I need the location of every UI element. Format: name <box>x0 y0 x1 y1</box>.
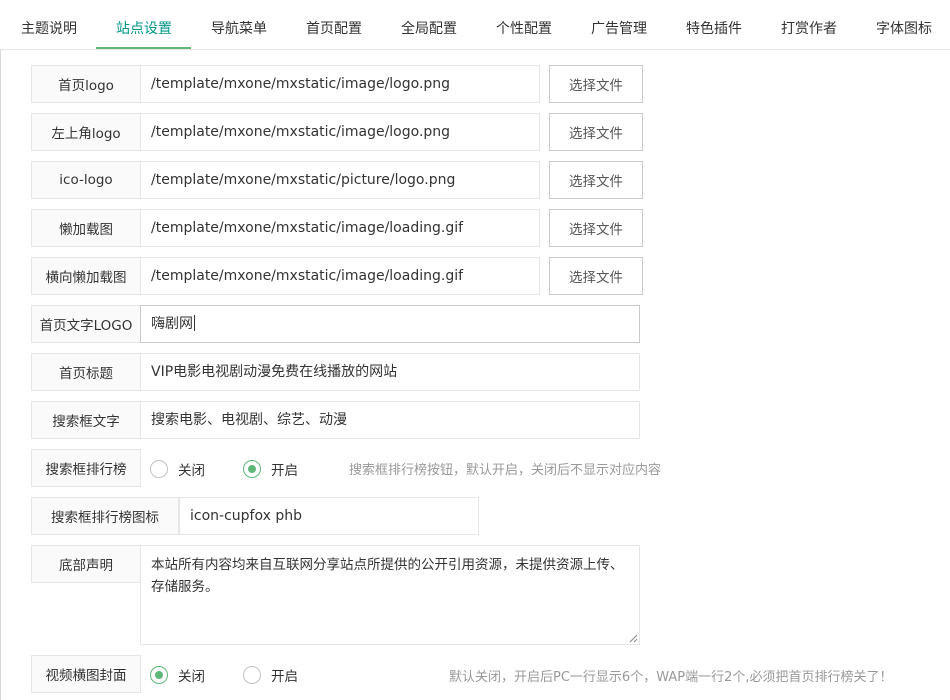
radio-label: 关闭 <box>178 669 205 685</box>
search-rank-hint: 搜索框排行榜按钮，默认开启，关闭后不显示对应内容 <box>349 463 662 478</box>
home-title-label: 首页标题 <box>31 353 141 391</box>
radio-label: 关闭 <box>178 463 205 479</box>
tab-personal-config[interactable]: 个性配置 <box>496 0 552 49</box>
radio-circle-icon <box>243 666 261 684</box>
tab-donate-author[interactable]: 打赏作者 <box>781 0 837 49</box>
footer-notice-label: 底部声明 <box>31 545 141 583</box>
text-cursor <box>194 315 195 331</box>
search-rank-on-radio[interactable]: 开启 <box>243 459 298 479</box>
active-tab-indicator <box>96 47 191 49</box>
ico-logo-label: ico-logo <box>31 161 141 199</box>
lazy-image-horizontal-input[interactable]: /template/mxone/mxstatic/image/loading.g… <box>140 257 540 295</box>
search-rank-icon-label: 搜索框排行榜图标 <box>31 497 179 535</box>
home-logo-input[interactable]: /template/mxone/mxstatic/image/logo.png <box>140 65 540 103</box>
lazy-image-horizontal-label: 横向懒加载图 <box>31 257 141 295</box>
radio-label: 开启 <box>271 669 298 685</box>
video-cover-off-radio[interactable]: 关闭 <box>150 665 205 685</box>
tab-nav-menu[interactable]: 导航菜单 <box>211 0 267 49</box>
tab-global-config[interactable]: 全局配置 <box>401 0 457 49</box>
radio-checked-icon <box>243 460 261 478</box>
radio-circle-icon <box>150 460 168 478</box>
text-logo-value: 嗨剧网 <box>151 316 193 332</box>
radio-checked-icon <box>150 666 168 684</box>
top-left-logo-upload-button[interactable]: 选择文件 <box>549 113 643 151</box>
tab-featured-plugins[interactable]: 特色插件 <box>686 0 742 49</box>
search-rank-icon-input[interactable]: icon-cupfox phb <box>179 497 479 535</box>
footer-notice-textarea[interactable]: 本站所有内容均来自互联网分享站点所提供的公开引用资源，未提供资源上传、存储服务。 <box>140 545 640 645</box>
search-rank-label: 搜索框排行榜 <box>31 449 141 487</box>
lazy-image-horizontal-upload-button[interactable]: 选择文件 <box>549 257 643 295</box>
ico-logo-input[interactable]: /template/mxone/mxstatic/picture/logo.pn… <box>140 161 540 199</box>
text-logo-label: 首页文字LOGO <box>31 305 141 343</box>
tab-home-config[interactable]: 首页配置 <box>306 0 362 49</box>
tab-ad-management[interactable]: 广告管理 <box>591 0 647 49</box>
tab-site-settings[interactable]: 站点设置 <box>116 0 172 49</box>
top-left-logo-label: 左上角logo <box>31 113 141 151</box>
lazy-image-upload-button[interactable]: 选择文件 <box>549 209 643 247</box>
resize-grip-icon[interactable] <box>629 634 638 643</box>
lazy-image-input[interactable]: /template/mxone/mxstatic/image/loading.g… <box>140 209 540 247</box>
video-cover-hint: 默认关闭，开启后PC一行显示6个，WAP端一行2个,必须把首页排行榜关了！ <box>449 670 893 685</box>
video-cover-label: 视频横图封面 <box>31 655 141 693</box>
video-cover-on-radio[interactable]: 开启 <box>243 665 298 685</box>
home-logo-upload-button[interactable]: 选择文件 <box>549 65 643 103</box>
top-left-logo-input[interactable]: /template/mxone/mxstatic/image/logo.png <box>140 113 540 151</box>
tab-theme-intro[interactable]: 主题说明 <box>21 0 77 49</box>
ico-logo-upload-button[interactable]: 选择文件 <box>549 161 643 199</box>
lazy-image-label: 懒加载图 <box>31 209 141 247</box>
text-logo-input[interactable]: 嗨剧网 <box>140 305 640 343</box>
search-rank-off-radio[interactable]: 关闭 <box>150 459 205 479</box>
search-text-label: 搜索框文字 <box>31 401 141 439</box>
settings-tabs: 主题说明 站点设置 导航菜单 首页配置 全局配置 个性配置 广告管理 特色插件 … <box>0 0 950 50</box>
content-left-border <box>0 50 1 700</box>
search-text-input[interactable]: 搜索电影、电视剧、综艺、动漫 <box>140 401 640 439</box>
footer-notice-text: 本站所有内容均来自互联网分享站点所提供的公开引用资源，未提供资源上传、存储服务。 <box>151 557 624 595</box>
home-logo-label: 首页logo <box>31 65 141 103</box>
tab-font-icons[interactable]: 字体图标 <box>876 0 932 49</box>
radio-label: 开启 <box>271 463 298 479</box>
home-title-input[interactable]: VIP电影电视剧动漫免费在线播放的网站 <box>140 353 640 391</box>
